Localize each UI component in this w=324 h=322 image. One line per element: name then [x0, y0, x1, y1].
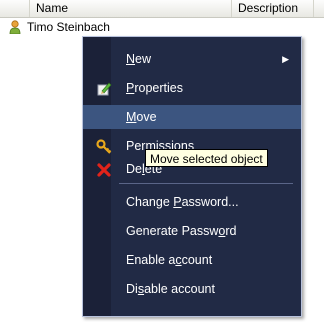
table-row[interactable]: Timo Steinbach — [0, 18, 324, 36]
row-name: Timo Steinbach — [27, 20, 110, 34]
context-menu: New ▶ Properties Move Permissions Delete… — [82, 36, 302, 317]
column-header-description[interactable]: Description — [232, 0, 314, 17]
menu-item-enable-account[interactable]: Enable account — [83, 248, 301, 272]
properties-icon — [97, 82, 112, 96]
menu-item-new[interactable]: New ▶ — [83, 47, 301, 71]
menu-item-disable-account[interactable]: Disable account — [83, 277, 301, 301]
column-header-icon[interactable] — [0, 0, 30, 17]
menu-item-label: Change Password... — [126, 195, 239, 209]
tooltip: Move selected object — [145, 149, 268, 167]
menu-separator — [119, 183, 293, 184]
menu-item-label: Properties — [126, 81, 183, 95]
column-header-filler — [314, 0, 324, 17]
menu-item-properties[interactable]: Properties — [83, 76, 301, 100]
submenu-arrow-icon: ▶ — [282, 54, 289, 64]
menu-item-change-password[interactable]: Change Password... — [83, 190, 301, 214]
menu-item-move[interactable]: Move — [83, 105, 301, 129]
menu-item-generate-password[interactable]: Generate Password — [83, 219, 301, 243]
menu-item-label: Generate Password — [126, 224, 237, 238]
user-icon — [9, 20, 21, 34]
menu-item-label: New — [126, 52, 152, 66]
menu-item-label: Move — [126, 110, 157, 124]
list-header: Name Description — [0, 0, 324, 18]
key-icon — [96, 139, 112, 154]
delete-icon — [97, 163, 111, 177]
column-header-name[interactable]: Name — [30, 0, 232, 17]
menu-item-label: Enable account — [126, 253, 213, 267]
menu-item-label: Disable account — [126, 282, 215, 296]
